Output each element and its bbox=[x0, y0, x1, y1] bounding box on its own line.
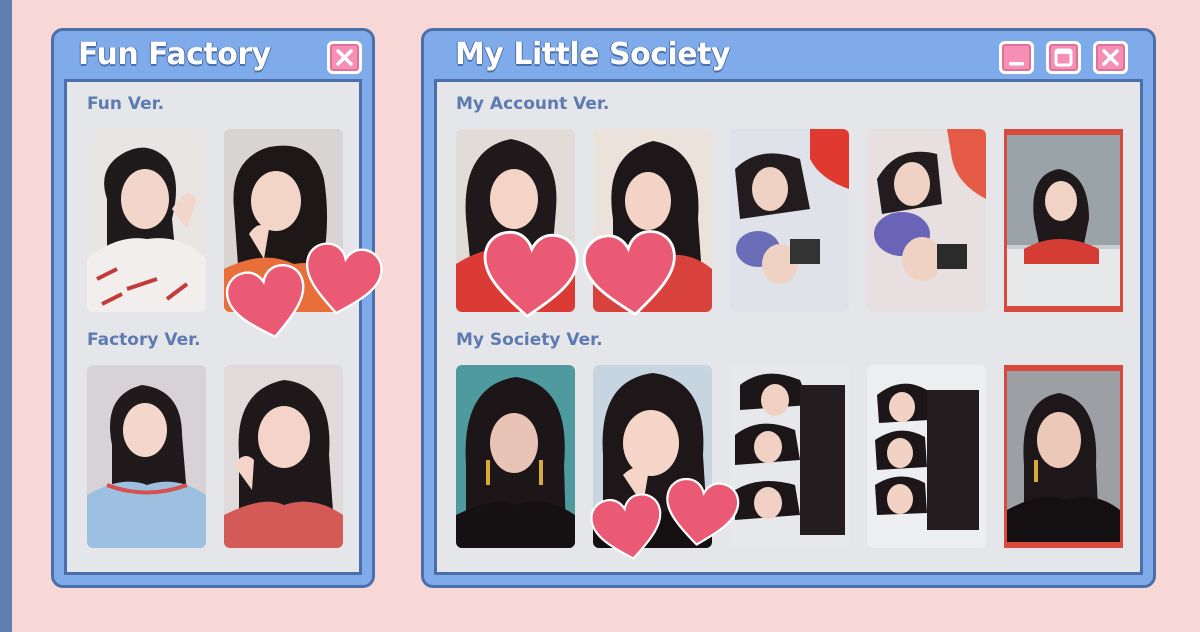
photocard-image bbox=[1004, 365, 1123, 548]
heart-sticker bbox=[305, 242, 383, 315]
photocard[interactable] bbox=[224, 365, 343, 548]
photocard-image bbox=[456, 365, 575, 548]
my-little-society-titlebar[interactable]: My Little Society bbox=[424, 31, 1153, 81]
minimize-button[interactable] bbox=[999, 41, 1034, 74]
photocard-image bbox=[867, 365, 986, 548]
heart-sticker bbox=[582, 230, 676, 316]
photocard-image bbox=[730, 129, 849, 312]
photocard[interactable] bbox=[1004, 129, 1123, 312]
photocard[interactable] bbox=[867, 365, 986, 548]
maximize-icon bbox=[1054, 48, 1073, 67]
close-icon bbox=[336, 49, 353, 66]
photocard-image bbox=[87, 129, 206, 312]
heart-icon bbox=[580, 225, 683, 322]
my-little-society-content: My Account Ver. My Society Ver. bbox=[434, 79, 1143, 575]
factory-ver-label: Factory Ver. bbox=[87, 330, 201, 350]
photocard-image bbox=[730, 365, 849, 548]
fun-factory-close-button[interactable] bbox=[327, 41, 362, 74]
heart-sticker bbox=[483, 230, 579, 318]
minimize-icon bbox=[1009, 62, 1024, 66]
photocard[interactable] bbox=[730, 129, 849, 312]
maximize-button[interactable] bbox=[1046, 41, 1081, 74]
heart-icon bbox=[479, 227, 581, 323]
heart-icon bbox=[587, 488, 670, 567]
photocard[interactable] bbox=[867, 129, 986, 312]
photocard-image bbox=[867, 129, 986, 312]
fun-factory-content: Fun Ver. Factory Ver. bbox=[64, 79, 362, 575]
heart-sticker bbox=[590, 493, 662, 560]
heart-icon bbox=[660, 474, 743, 552]
fun-factory-title: Fun Factory bbox=[78, 37, 271, 72]
photocard[interactable] bbox=[1004, 365, 1123, 548]
heart-sticker bbox=[666, 477, 740, 546]
photocard-image bbox=[224, 365, 343, 548]
fun-factory-titlebar[interactable]: Fun Factory bbox=[54, 31, 372, 81]
photocard[interactable] bbox=[456, 365, 575, 548]
my-little-society-title: My Little Society bbox=[455, 37, 731, 72]
fun-ver-label: Fun Ver. bbox=[87, 94, 165, 114]
society-close-button[interactable] bbox=[1093, 41, 1128, 74]
my-account-ver-label: My Account Ver. bbox=[456, 94, 610, 114]
close-icon bbox=[1102, 49, 1119, 66]
photocard[interactable] bbox=[730, 365, 849, 548]
photocard-image bbox=[87, 365, 206, 548]
photocard[interactable] bbox=[87, 129, 206, 312]
photocard[interactable] bbox=[87, 365, 206, 548]
left-edge-bar bbox=[0, 0, 12, 632]
my-society-ver-label: My Society Ver. bbox=[456, 330, 603, 350]
photocard-image bbox=[1004, 129, 1123, 312]
heart-icon bbox=[297, 238, 386, 322]
